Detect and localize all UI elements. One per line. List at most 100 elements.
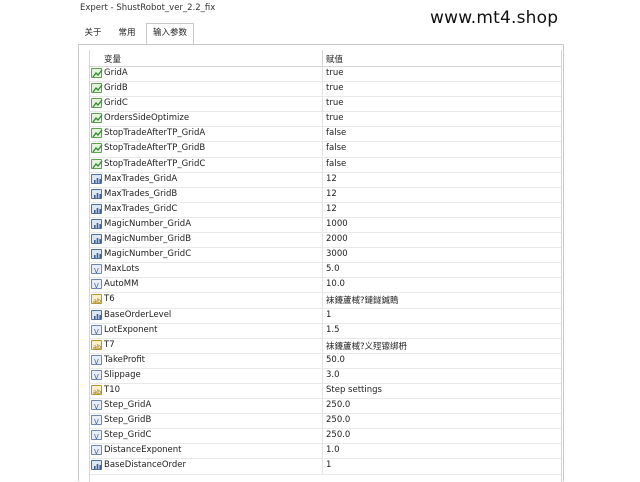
svg-text:ab: ab xyxy=(93,297,101,305)
table-row[interactable]: MagicNumber_GridB 2000 xyxy=(90,233,561,249)
int-param-icon xyxy=(91,234,102,245)
watermark-text: www.mt4.shop xyxy=(430,8,559,28)
param-value[interactable]: true xyxy=(326,113,343,123)
header-divider[interactable] xyxy=(322,50,323,66)
table-row[interactable]: MagicNumber_GridA 1000 xyxy=(90,217,561,234)
param-value[interactable]: 250.0 xyxy=(326,430,350,440)
column-divider xyxy=(322,383,323,399)
table-row[interactable]: V Slippage 3.0 xyxy=(90,368,561,384)
param-value[interactable]: 250.0 xyxy=(326,415,350,425)
table-row[interactable]: MaxTrades_GridB 12 xyxy=(90,187,561,203)
column-divider xyxy=(322,142,323,158)
table-row[interactable]: MagicNumber_GridC 3000 xyxy=(90,248,561,264)
tab-common[interactable]: 常用 xyxy=(112,24,142,43)
table-row[interactable]: V AutoMM 10.0 xyxy=(90,278,561,294)
tab-inputs[interactable]: 输入参数 xyxy=(146,23,194,45)
param-value[interactable]: 1 xyxy=(326,310,331,320)
table-row[interactable]: V LotExponent 1.5 xyxy=(90,323,561,339)
column-divider xyxy=(322,187,323,203)
param-value[interactable]: 1.5 xyxy=(326,325,340,335)
svg-text:V: V xyxy=(94,267,99,275)
bool-param-icon xyxy=(91,68,103,78)
table-row[interactable]: MaxTrades_GridA 12 xyxy=(90,172,561,188)
bool-param-icon xyxy=(91,158,103,169)
param-value[interactable]: 2000 xyxy=(326,234,348,244)
window-title: Expert - ShustRobot_ver_2.2_fix xyxy=(80,3,216,13)
param-value[interactable]: 3000 xyxy=(326,249,348,259)
svg-text:V: V xyxy=(94,328,99,336)
header-value: 赋值 xyxy=(326,55,344,65)
table-row[interactable]: GridC true xyxy=(90,97,561,113)
column-divider xyxy=(322,263,323,279)
double-param-icon: V xyxy=(91,264,102,275)
column-divider xyxy=(322,67,323,82)
param-name: OrdersSideOptimize xyxy=(104,113,190,124)
table-row[interactable]: OrdersSideOptimize true xyxy=(90,112,561,128)
param-name: StopTradeAfterTP_GridB xyxy=(104,143,206,154)
svg-text:V: V xyxy=(94,282,99,290)
param-value[interactable]: 1.0 xyxy=(326,445,340,455)
table-row[interactable]: V Step_GridB 250.0 xyxy=(90,414,561,430)
param-value[interactable]: true xyxy=(326,68,343,78)
param-value[interactable]: 袜鑳蘆棫?义殌镲绑枬 xyxy=(326,340,407,352)
parameters-table: 变量 赋值 GridA true GridB true GridC true OrdersS… xyxy=(89,50,562,482)
table-row[interactable]: V DistanceExponent 1.0 xyxy=(90,444,561,460)
param-value[interactable]: 12 xyxy=(326,189,337,199)
table-row[interactable]: ab T10 Step settings xyxy=(90,383,561,400)
param-value[interactable]: 12 xyxy=(326,174,337,184)
table-row[interactable]: BaseOrderLevel 1 xyxy=(90,308,561,324)
svg-text:V: V xyxy=(94,418,99,426)
int-param-icon xyxy=(91,188,102,199)
column-divider xyxy=(322,323,323,339)
param-value[interactable]: 5.0 xyxy=(326,264,340,274)
table-row[interactable]: V Step_GridA 250.0 xyxy=(90,399,561,415)
param-value[interactable]: false xyxy=(326,159,346,169)
table-row[interactable]: V Step_GridC 250.0 xyxy=(90,429,561,445)
double-param-icon: V xyxy=(91,400,102,411)
table-row[interactable]: BaseDistanceOrder 1 xyxy=(90,459,561,475)
table-row[interactable]: MaxTrades_GridC 12 xyxy=(90,202,561,218)
param-name: Step_GridA xyxy=(104,400,152,411)
column-divider xyxy=(322,202,323,218)
column-divider xyxy=(322,233,323,249)
bool-param-icon xyxy=(91,83,103,94)
string-param-icon: ab xyxy=(91,294,102,305)
table-row[interactable]: GridB true xyxy=(90,82,561,98)
table-row[interactable]: V MaxLots 5.0 xyxy=(90,263,561,279)
column-divider xyxy=(322,127,323,143)
column-divider xyxy=(322,293,323,309)
string-param-icon: ab xyxy=(91,384,102,396)
param-value[interactable]: 1 xyxy=(326,460,331,470)
param-name: Slippage xyxy=(104,369,141,380)
table-row[interactable]: V TakeProfit 50.0 xyxy=(90,353,561,369)
param-name: BaseOrderLevel xyxy=(104,309,172,320)
param-value[interactable]: 50.0 xyxy=(326,355,345,365)
tab-about[interactable]: 关于 xyxy=(78,24,108,43)
svg-text:V: V xyxy=(94,373,99,381)
table-row[interactable]: GridA true xyxy=(90,67,561,83)
table-row[interactable]: ab T6 袜鑳蘆棫?鏈鐩鍼瞗 xyxy=(90,293,561,309)
param-value[interactable]: Step settings xyxy=(326,385,382,395)
header-variable: 变量 xyxy=(104,55,122,65)
param-value[interactable]: true xyxy=(326,83,343,93)
param-name: GridC xyxy=(104,98,128,109)
param-value[interactable]: 3.0 xyxy=(326,370,340,380)
param-value[interactable]: 250.0 xyxy=(326,400,350,410)
param-value[interactable]: true xyxy=(326,98,343,108)
param-value[interactable]: false xyxy=(326,143,346,153)
table-row[interactable]: StopTradeAfterTP_GridC false xyxy=(90,157,561,173)
param-value[interactable]: false xyxy=(326,128,346,138)
param-value[interactable]: 1000 xyxy=(326,219,348,229)
table-row[interactable]: ab T7 袜鑳蘆棫?义殌镲绑枬 xyxy=(90,338,561,354)
table-row[interactable]: StopTradeAfterTP_GridB false xyxy=(90,142,561,158)
table-body: GridA true GridB true GridC true OrdersSideOpt… xyxy=(90,67,561,475)
param-name: MagicNumber_GridB xyxy=(104,234,192,245)
param-value[interactable]: 10.0 xyxy=(326,279,345,289)
param-value[interactable]: 袜鑳蘆棫?鏈鐩鍼瞗 xyxy=(326,294,399,306)
table-row[interactable]: StopTradeAfterTP_GridA false xyxy=(90,127,561,143)
param-name: Step_GridC xyxy=(104,430,152,441)
param-name: StopTradeAfterTP_GridA xyxy=(104,128,206,139)
param-name: T6 xyxy=(104,294,115,305)
int-param-icon xyxy=(91,460,102,471)
param-value[interactable]: 12 xyxy=(326,204,337,214)
